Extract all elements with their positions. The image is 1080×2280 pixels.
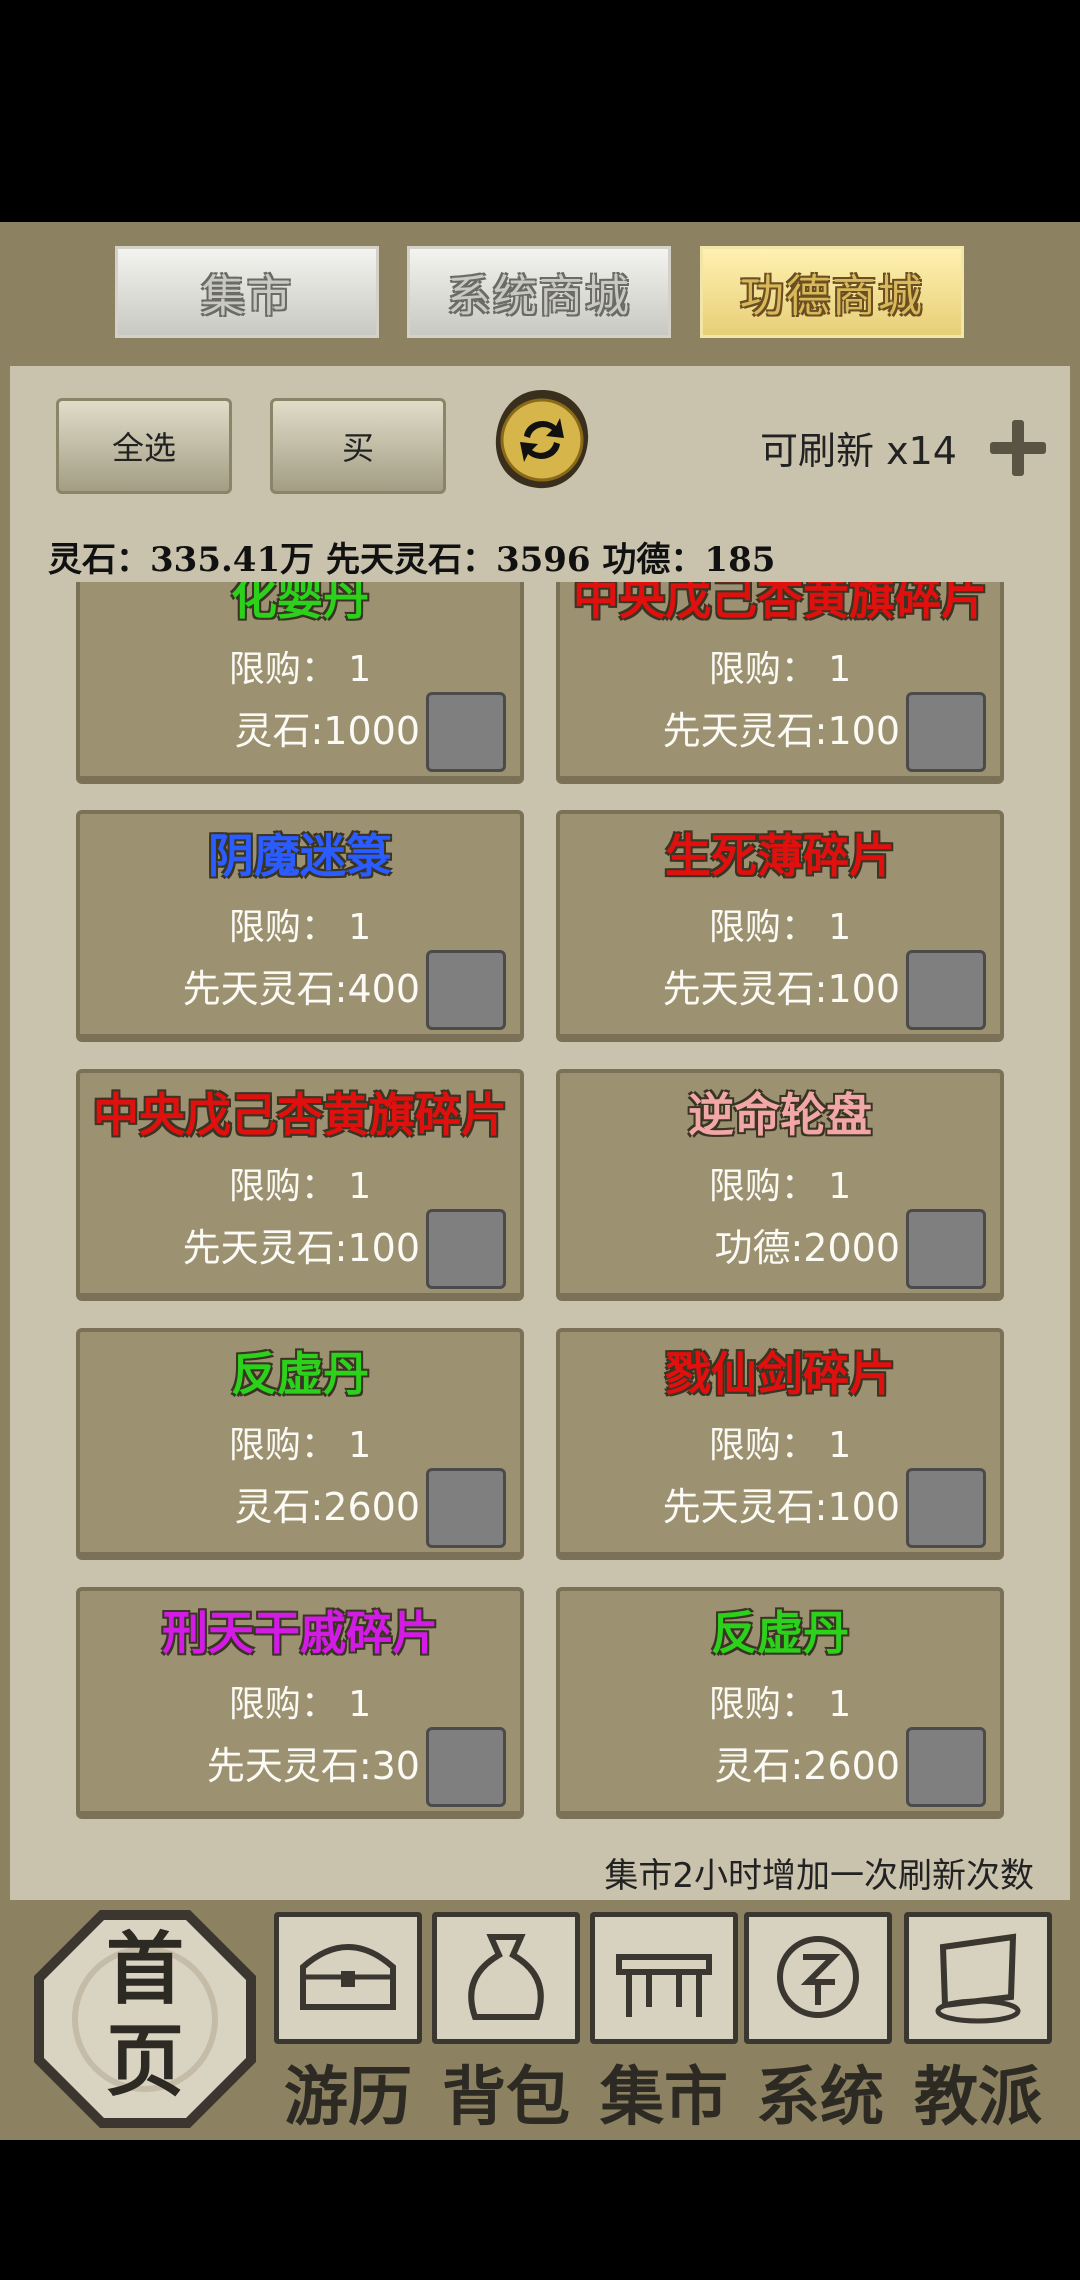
refresh-count: 可刷新 x14: [760, 429, 957, 473]
market-stall-icon: [609, 1927, 719, 2027]
item-limit: 限购： 1: [228, 1425, 372, 1466]
item-name: 戮仙剑碎片: [665, 1347, 895, 1401]
nav-system-button[interactable]: [744, 1912, 892, 2044]
item-limit: 限购： 1: [708, 1166, 852, 1207]
item-checkbox[interactable]: [426, 692, 506, 772]
status-bar-area: [0, 0, 1080, 222]
item-limit: 限购： 1: [708, 907, 852, 948]
item-limit: 限购： 1: [228, 1166, 372, 1207]
nav-bag-label: 背包: [442, 2060, 570, 2135]
item-limit: 限购： 1: [708, 1425, 852, 1466]
tab-merit-shop[interactable]: 功德商城: [700, 246, 964, 338]
item-name: 阴魔迷箓: [208, 829, 392, 883]
item-grid: 化婴丹 限购： 1 灵石:1000 中央戊己杏黄旗碎片 限购： 1 先天灵石:1…: [0, 582, 1080, 1827]
item-checkbox[interactable]: [426, 1209, 506, 1289]
item-name: 刑天干戚碎片: [162, 1606, 438, 1660]
item-price: 先天灵石:100: [182, 1226, 420, 1270]
nav-travel-label: 游历: [284, 2060, 412, 2135]
item-price: 灵石:2600: [714, 1744, 900, 1788]
item-card: 中央戊己杏黄旗碎片 限购： 1 先天灵石:100: [76, 1069, 524, 1301]
nav-home-label: 首 页: [105, 1924, 184, 2107]
item-price: 先天灵石:30: [206, 1744, 420, 1788]
item-limit: 限购： 1: [708, 1684, 852, 1725]
buy-button[interactable]: 买: [270, 398, 446, 494]
item-card: 生死薄碎片 限购： 1 先天灵石:100: [556, 810, 1004, 1042]
currency-balance: 灵石：335.41万 先天灵石：3596 功德：185: [48, 540, 776, 580]
nav-market-label: 集市: [600, 2060, 728, 2135]
item-checkbox[interactable]: [906, 1209, 986, 1289]
item-name: 逆命轮盘: [688, 1088, 872, 1142]
item-card: 中央戊己杏黄旗碎片 限购： 1 先天灵石:100: [556, 582, 1004, 784]
item-limit: 限购： 1: [228, 1684, 372, 1725]
item-checkbox[interactable]: [426, 1468, 506, 1548]
bag-icon: [451, 1927, 561, 2027]
plus-icon[interactable]: [988, 418, 1048, 478]
tab-market[interactable]: 集市: [115, 246, 379, 338]
item-name: 反虚丹: [711, 1606, 849, 1660]
item-card: 戮仙剑碎片 限购： 1 先天灵石:100: [556, 1328, 1004, 1560]
nav-home-button[interactable]: 首 页: [30, 1906, 260, 2132]
nav-system-label: 系统: [756, 2060, 884, 2135]
nav-sect-button[interactable]: [904, 1912, 1052, 2044]
item-card: 刑天干戚碎片 限购： 1 先天灵石:30: [76, 1587, 524, 1819]
item-card: 阴魔迷箓 限购： 1 先天灵石:400: [76, 810, 524, 1042]
item-price: 灵石:2600: [234, 1485, 420, 1529]
item-checkbox[interactable]: [906, 692, 986, 772]
tab-system-shop[interactable]: 系统商城: [407, 246, 671, 338]
item-checkbox[interactable]: [906, 950, 986, 1030]
system-nav-bar: [0, 2140, 1080, 2280]
nav-travel-button[interactable]: [274, 1912, 422, 2044]
item-checkbox[interactable]: [426, 950, 506, 1030]
item-card: 反虚丹 限购： 1 灵石:2600: [76, 1328, 524, 1560]
item-card: 逆命轮盘 限购： 1 功德:2000: [556, 1069, 1004, 1301]
item-checkbox[interactable]: [906, 1468, 986, 1548]
item-card: 化婴丹 限购： 1 灵石:1000: [76, 582, 524, 784]
item-card: 反虚丹 限购： 1 灵石:2600: [556, 1587, 1004, 1819]
chest-icon: [293, 1927, 403, 2027]
item-price: 先天灵石:100: [662, 709, 900, 753]
system-seal-icon: [763, 1927, 873, 2027]
item-checkbox[interactable]: [426, 1727, 506, 1807]
item-name: 生死薄碎片: [665, 829, 895, 883]
select-all-button[interactable]: 全选: [56, 398, 232, 494]
item-limit: 限购： 1: [708, 649, 852, 690]
refresh-hint: 集市2小时增加一次刷新次数: [604, 1856, 1034, 1896]
item-price: 先天灵石:400: [182, 967, 420, 1011]
sect-icon: [923, 1927, 1033, 2027]
item-name: 化婴丹: [231, 582, 369, 625]
item-name: 中央戊己杏黄旗碎片: [573, 582, 987, 625]
refresh-icon[interactable]: [490, 386, 594, 496]
item-checkbox[interactable]: [906, 1727, 986, 1807]
item-price: 先天灵石:100: [662, 967, 900, 1011]
nav-bag-button[interactable]: [432, 1912, 580, 2044]
item-name: 中央戊己杏黄旗碎片: [93, 1088, 507, 1142]
nav-market-button[interactable]: [590, 1912, 738, 2044]
item-price: 先天灵石:100: [662, 1485, 900, 1529]
nav-sect-label: 教派: [914, 2060, 1042, 2135]
item-price: 灵石:1000: [234, 709, 420, 753]
item-name: 反虚丹: [231, 1347, 369, 1401]
item-price: 功德:2000: [714, 1226, 900, 1270]
item-limit: 限购： 1: [228, 649, 372, 690]
item-limit: 限购： 1: [228, 907, 372, 948]
